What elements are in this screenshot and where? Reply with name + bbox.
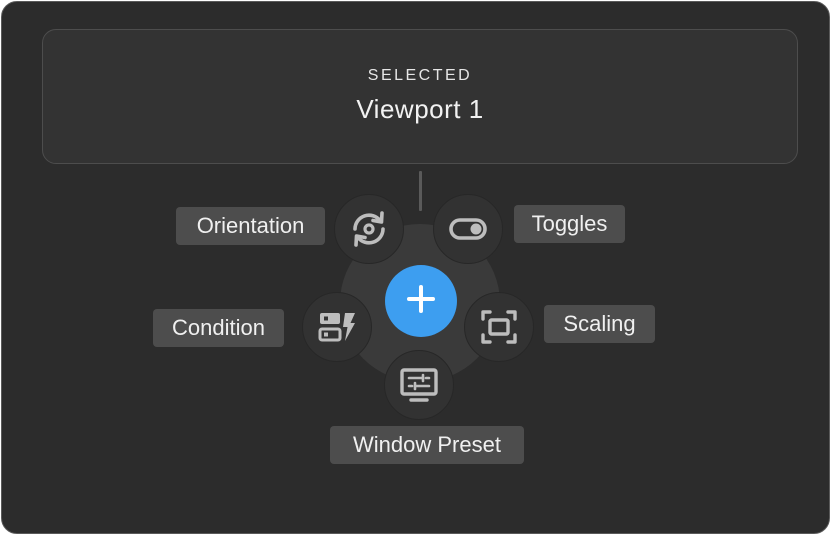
condition-label[interactable]: Condition (153, 309, 284, 347)
selected-item-title: Viewport 1 (356, 94, 484, 124)
connector-line (419, 171, 422, 211)
rotate-icon (347, 207, 391, 251)
monitor-settings-icon (397, 363, 441, 407)
radial-menu-window: SELECTED Viewport 1 Orientation Toggles … (1, 1, 830, 534)
scale-frame-icon (477, 305, 521, 349)
window-preset-button[interactable] (384, 350, 454, 420)
selection-header: SELECTED Viewport 1 (42, 29, 798, 164)
orientation-label[interactable]: Orientation (176, 207, 325, 245)
scaling-button[interactable] (464, 292, 534, 362)
toggle-switch-icon (446, 207, 490, 251)
toggles-button[interactable] (433, 194, 503, 264)
condition-bolt-icon (315, 305, 359, 349)
plus-icon (405, 283, 437, 320)
window-preset-label[interactable]: Window Preset (330, 426, 524, 464)
scaling-label[interactable]: Scaling (544, 305, 655, 343)
header-caption: SELECTED (367, 67, 473, 84)
condition-button[interactable] (302, 292, 372, 362)
orientation-button[interactable] (334, 194, 404, 264)
add-button[interactable] (385, 265, 457, 337)
toggles-label[interactable]: Toggles (514, 205, 625, 243)
